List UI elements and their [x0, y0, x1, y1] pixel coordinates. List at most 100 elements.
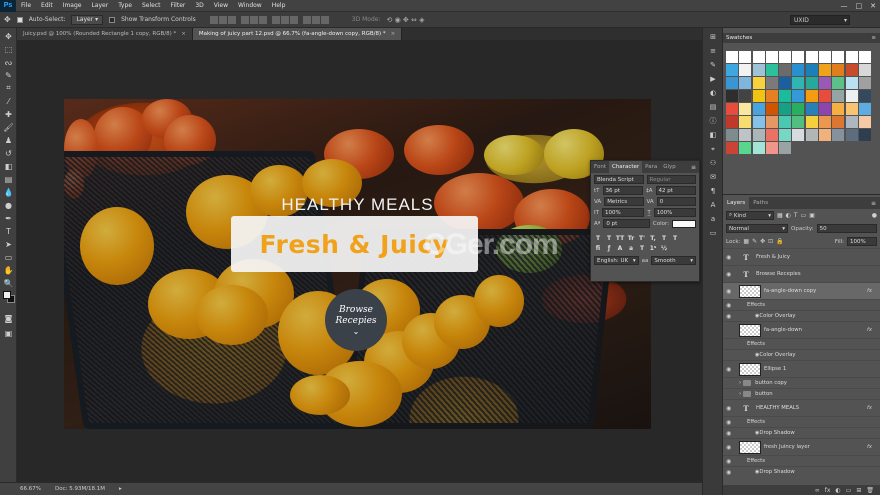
color-swatch[interactable] [805, 103, 818, 115]
layer-row[interactable]: ◉ Effects [723, 416, 880, 427]
history-panel-icon[interactable]: ⊞ [707, 32, 719, 42]
font-size-field[interactable]: 36 pt [602, 186, 644, 195]
layer-filter-dropdown[interactable]: ⌕ Kind ▾ [726, 211, 774, 220]
type-style-button[interactable]: T [605, 234, 613, 242]
color-swatch[interactable] [779, 51, 792, 63]
color-swatch[interactable] [765, 103, 778, 115]
color-swatch[interactable] [779, 103, 792, 115]
visibility-eye-icon[interactable]: ◉ [726, 419, 735, 426]
color-swatch[interactable] [765, 90, 778, 102]
filter-pixel-icon[interactable]: ▦ [777, 212, 783, 219]
visibility-eye-icon[interactable]: ◉ [726, 288, 735, 295]
tracking-field[interactable]: 0 [656, 197, 696, 206]
menu-item-select[interactable]: Select [137, 2, 166, 9]
close-icon[interactable]: ✕ [870, 2, 876, 10]
color-swatch[interactable] [726, 129, 738, 141]
color-swatch[interactable] [779, 77, 792, 89]
auto-select-target-dropdown[interactable]: Layer ▾ [71, 14, 104, 25]
color-swatch[interactable] [726, 90, 738, 102]
expand-arrow-icon[interactable]: › [739, 380, 741, 386]
menu-item-help[interactable]: Help [267, 2, 291, 9]
distribute-bottom-icon[interactable] [289, 15, 298, 24]
color-swatch[interactable] [739, 103, 752, 115]
layer-row[interactable]: ◉ ◉ Drop Shadow [723, 466, 880, 477]
color-swatch[interactable] [819, 129, 832, 141]
layer-row[interactable]: ◉ T HEALTHY MEALS fx [723, 399, 880, 416]
color-swatch[interactable] [819, 77, 832, 89]
distribute-middle-icon[interactable] [280, 15, 289, 24]
layer-effects-icon[interactable]: fx [867, 444, 872, 450]
color-swatch[interactable] [832, 64, 845, 76]
menu-item-type[interactable]: Type [113, 2, 137, 9]
color-swatch[interactable] [845, 64, 858, 76]
distribute-top-icon[interactable] [271, 15, 280, 24]
color-swatch[interactable] [858, 51, 871, 63]
color-swatch[interactable] [819, 116, 832, 128]
color-swatch[interactable] [779, 116, 792, 128]
color-swatch[interactable] [819, 90, 832, 102]
tab-paths[interactable]: Paths [749, 197, 772, 209]
ligature-icon[interactable]: fi [594, 244, 602, 252]
align-right-icon[interactable] [258, 15, 267, 24]
document-tab[interactable]: Making of juicy part 12.psd @ 66.7% (fa-… [192, 28, 403, 40]
discretionary-icon[interactable]: ƒ [605, 244, 613, 252]
layer-row[interactable]: ◉ fresh Juincy layer fx [723, 438, 880, 455]
menu-item-filter[interactable]: Filter [166, 2, 191, 9]
baseline-shift-field[interactable]: 0 pt [603, 219, 650, 228]
eraser-tool-icon[interactable]: ◧ [3, 161, 14, 171]
leading-field[interactable]: 42 pt [655, 186, 697, 195]
visibility-eye-icon[interactable]: ◉ [726, 458, 735, 465]
history-brush-tool-icon[interactable]: ↺ [3, 148, 14, 158]
text-color-swatch[interactable] [672, 219, 696, 228]
document-tab[interactable]: Juicy.psd @ 100% (Rounded Rectangle 1 co… [17, 28, 193, 40]
color-swatch[interactable] [805, 90, 818, 102]
color-swatch[interactable] [858, 77, 871, 89]
foreground-background-colors[interactable] [3, 291, 15, 303]
align-bottom-icon[interactable] [227, 15, 236, 24]
color-swatch[interactable] [739, 90, 752, 102]
menu-item-image[interactable]: Image [58, 2, 87, 9]
color-swatch[interactable] [819, 64, 832, 76]
color-swatch[interactable] [765, 64, 778, 76]
lock-artboard-icon[interactable]: ⊡ [768, 238, 773, 245]
new-group-icon[interactable]: ⊞ [856, 487, 861, 494]
opacity-field[interactable]: 50 [816, 224, 877, 233]
color-panel-icon[interactable]: ◧ [707, 130, 719, 140]
kerning-field[interactable]: Metrics [604, 197, 644, 206]
styles-panel-icon[interactable]: ▤ [707, 102, 719, 112]
layer-row[interactable]: ◉ ◉ Drop Shadow [723, 427, 880, 438]
visibility-eye-icon[interactable]: ◉ [726, 313, 735, 320]
lock-pixels-icon[interactable]: ▦ [743, 238, 749, 245]
visibility-eye-icon[interactable]: ◉ [726, 366, 735, 373]
color-swatch[interactable] [739, 142, 752, 154]
delete-layer-icon[interactable]: 🗑 [866, 487, 874, 494]
color-swatch[interactable] [739, 51, 752, 63]
add-mask-icon[interactable]: ◐ [835, 487, 840, 494]
tab-para[interactable]: Para [642, 161, 660, 173]
brush-panel-icon[interactable]: ✎ [707, 60, 719, 70]
color-swatch[interactable] [819, 103, 832, 115]
color-swatch[interactable] [765, 129, 778, 141]
layer-row[interactable]: Effects [723, 338, 880, 349]
adjustments-panel-icon[interactable]: ◐ [707, 88, 719, 98]
menu-item-file[interactable]: File [16, 2, 36, 9]
color-swatch[interactable] [739, 116, 752, 128]
color-swatch[interactable] [845, 77, 858, 89]
panel-menu-icon[interactable]: ≡ [691, 164, 696, 171]
color-swatch[interactable] [779, 142, 792, 154]
visibility-eye-icon[interactable]: ◉ [726, 469, 735, 476]
color-swatch[interactable] [752, 77, 765, 89]
align-middle-icon[interactable] [218, 15, 227, 24]
menu-item-window[interactable]: Window [233, 2, 267, 9]
workspace-dropdown[interactable]: UXID ▾ [790, 15, 850, 25]
distribute-center-icon[interactable] [311, 15, 320, 24]
link-layers-icon[interactable]: ∞ [815, 487, 820, 494]
color-swatch[interactable] [752, 64, 765, 76]
document-canvas[interactable]: HEALTHY MEALS Fresh & Juicy CGer.com Bro… [64, 99, 651, 429]
healing-brush-tool-icon[interactable]: ✚ [3, 109, 14, 119]
color-swatch[interactable] [858, 129, 871, 141]
blur-tool-icon[interactable]: 💧 [3, 187, 14, 197]
add-style-icon[interactable]: fx [825, 487, 831, 494]
color-swatch[interactable] [792, 51, 805, 63]
color-swatch[interactable] [819, 51, 832, 63]
